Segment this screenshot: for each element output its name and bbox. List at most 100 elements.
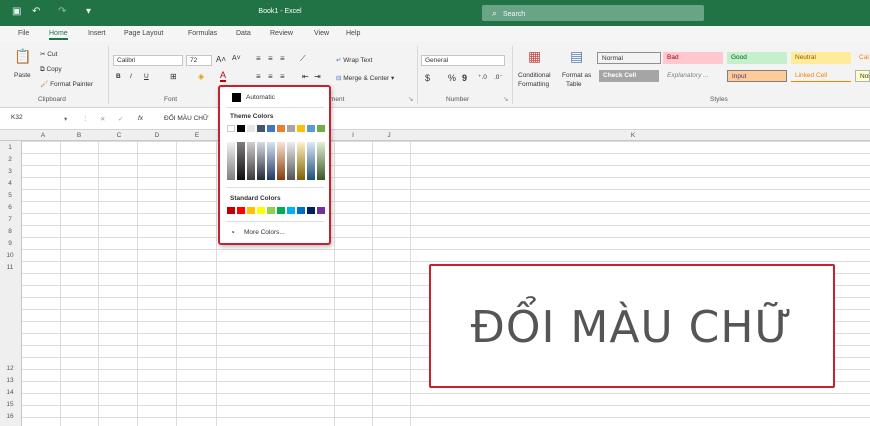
format-as-table-icon[interactable]: ▤ [570, 48, 583, 65]
standard-swatch[interactable] [257, 207, 265, 214]
row-header[interactable]: 4 [0, 180, 20, 187]
shade-swatch-column[interactable] [257, 142, 265, 180]
column-header[interactable]: J [374, 132, 404, 139]
style-input[interactable]: Input [727, 70, 787, 82]
column-header[interactable]: I [338, 132, 368, 139]
indent-increase-icon[interactable]: ⇥ [314, 72, 321, 81]
standard-swatch[interactable] [317, 207, 325, 214]
style-good[interactable]: Good [727, 52, 787, 64]
tab-page-layout[interactable]: Page Layout [124, 30, 163, 37]
shade-swatch-column[interactable] [307, 142, 315, 180]
tab-insert[interactable]: Insert [88, 30, 106, 37]
shade-swatch-column[interactable] [287, 142, 295, 180]
standard-swatch[interactable] [287, 207, 295, 214]
row-header[interactable]: 3 [0, 168, 20, 175]
column-header[interactable]: D [142, 132, 172, 139]
theme-swatch[interactable] [287, 125, 295, 132]
cut-button[interactable]: ✂ Cut [40, 50, 57, 58]
shade-swatch-column[interactable] [247, 142, 255, 180]
standard-swatch[interactable] [297, 207, 305, 214]
theme-swatch[interactable] [227, 125, 235, 132]
enter-icon[interactable]: ✓ [118, 115, 123, 123]
theme-swatch[interactable] [237, 125, 245, 132]
style-linked-cell[interactable]: Linked Cell [791, 70, 851, 82]
borders-icon[interactable]: ⊞ [170, 72, 177, 81]
copy-button[interactable]: ⧉ Copy [40, 66, 62, 74]
theme-swatch[interactable] [247, 125, 255, 132]
theme-swatch[interactable] [297, 125, 305, 132]
standard-swatch[interactable] [267, 207, 275, 214]
row-header[interactable]: 8 [0, 228, 20, 235]
orientation-icon[interactable]: ⟋ [300, 54, 306, 64]
row-header[interactable]: 1 [0, 144, 20, 151]
row-header[interactable]: 6 [0, 204, 20, 211]
name-box[interactable]: K32 [8, 113, 70, 124]
font-color-icon[interactable]: A [220, 70, 227, 82]
align-bottom-icon[interactable]: ≡ [280, 54, 285, 63]
align-center-icon[interactable]: ≡ [268, 72, 273, 81]
style-neutral[interactable]: Neutral [791, 52, 851, 64]
theme-swatch[interactable] [277, 125, 285, 132]
style-calculation[interactable]: Cal [855, 52, 870, 64]
standard-swatch[interactable] [227, 207, 235, 214]
column-header[interactable]: E [182, 132, 212, 139]
style-check-cell[interactable]: Check Cell [599, 70, 659, 82]
dialog-launcher-icon[interactable]: ↘ [408, 95, 413, 103]
wrap-text-button[interactable]: ↵ Wrap Text [336, 56, 372, 64]
comma-button[interactable]: 9 [462, 73, 467, 83]
style-bad[interactable]: Bad [663, 52, 723, 64]
bold-button[interactable]: B [116, 73, 121, 80]
format-painter-button[interactable]: 🖌 Format Painter [40, 80, 93, 88]
row-header[interactable]: 15 [0, 401, 20, 408]
italic-button[interactable]: I [130, 73, 132, 80]
conditional-formatting-icon[interactable]: ▦ [528, 48, 541, 65]
conditional-label[interactable]: Conditional [518, 72, 551, 79]
tab-home[interactable]: Home [49, 30, 68, 40]
merge-center-button[interactable]: ⊟ Merge & Center ▾ [336, 74, 394, 82]
cancel-icon[interactable]: ✕ [100, 115, 105, 123]
row-header[interactable]: 16 [0, 413, 20, 420]
column-header[interactable]: K [618, 132, 648, 139]
more-colors-option[interactable]: More Colors... [244, 229, 285, 236]
standard-swatch[interactable] [307, 207, 315, 214]
standard-swatch[interactable] [277, 207, 285, 214]
style-normal[interactable]: Normal [597, 52, 661, 64]
search-box[interactable]: ⌕ Search [482, 5, 704, 21]
column-header[interactable]: A [28, 132, 58, 139]
fill-color-icon[interactable]: ◈ [198, 72, 204, 81]
undo-icon[interactable]: ↶ [32, 6, 40, 17]
customize-toolbar-icon[interactable]: ▾ [86, 6, 91, 17]
standard-swatch[interactable] [247, 207, 255, 214]
percent-button[interactable]: % [448, 73, 456, 83]
shade-swatch-column[interactable] [277, 142, 285, 180]
row-header[interactable]: 13 [0, 377, 20, 384]
row-header[interactable]: 12 [0, 365, 20, 372]
shade-swatch-column[interactable] [227, 142, 235, 180]
column-header[interactable]: B [64, 132, 94, 139]
style-explanatory[interactable]: Explanatory ... [663, 70, 723, 82]
insert-function-icon[interactable]: fx [138, 115, 143, 122]
format-as-label[interactable]: Format as [562, 72, 591, 79]
paste-icon[interactable]: 📋 [14, 48, 31, 65]
align-top-icon[interactable]: ≡ [256, 54, 261, 63]
column-header[interactable]: C [104, 132, 134, 139]
number-format-select[interactable]: General [421, 55, 505, 66]
dialog-launcher-icon[interactable]: ↘ [503, 95, 508, 103]
underline-button[interactable]: U [144, 73, 149, 80]
increase-font-icon[interactable]: A˄ [216, 55, 226, 64]
formatting-label[interactable]: Formatting [518, 81, 549, 88]
theme-swatch[interactable] [307, 125, 315, 132]
row-header[interactable]: 7 [0, 216, 20, 223]
font-name-select[interactable]: Calibri [113, 55, 183, 66]
align-right-icon[interactable]: ≡ [280, 72, 285, 81]
row-header[interactable]: 10 [0, 252, 20, 259]
automatic-option[interactable]: Automatic [246, 94, 275, 101]
currency-button[interactable]: $ [425, 73, 430, 83]
shade-swatch-column[interactable] [237, 142, 245, 180]
formula-input[interactable]: ĐỔI MÀU CHỮ [164, 115, 209, 122]
tab-review[interactable]: Review [270, 30, 293, 37]
theme-swatch[interactable] [267, 125, 275, 132]
shade-swatch-column[interactable] [317, 142, 325, 180]
row-header[interactable]: 5 [0, 192, 20, 199]
shade-swatch-column[interactable] [267, 142, 275, 180]
